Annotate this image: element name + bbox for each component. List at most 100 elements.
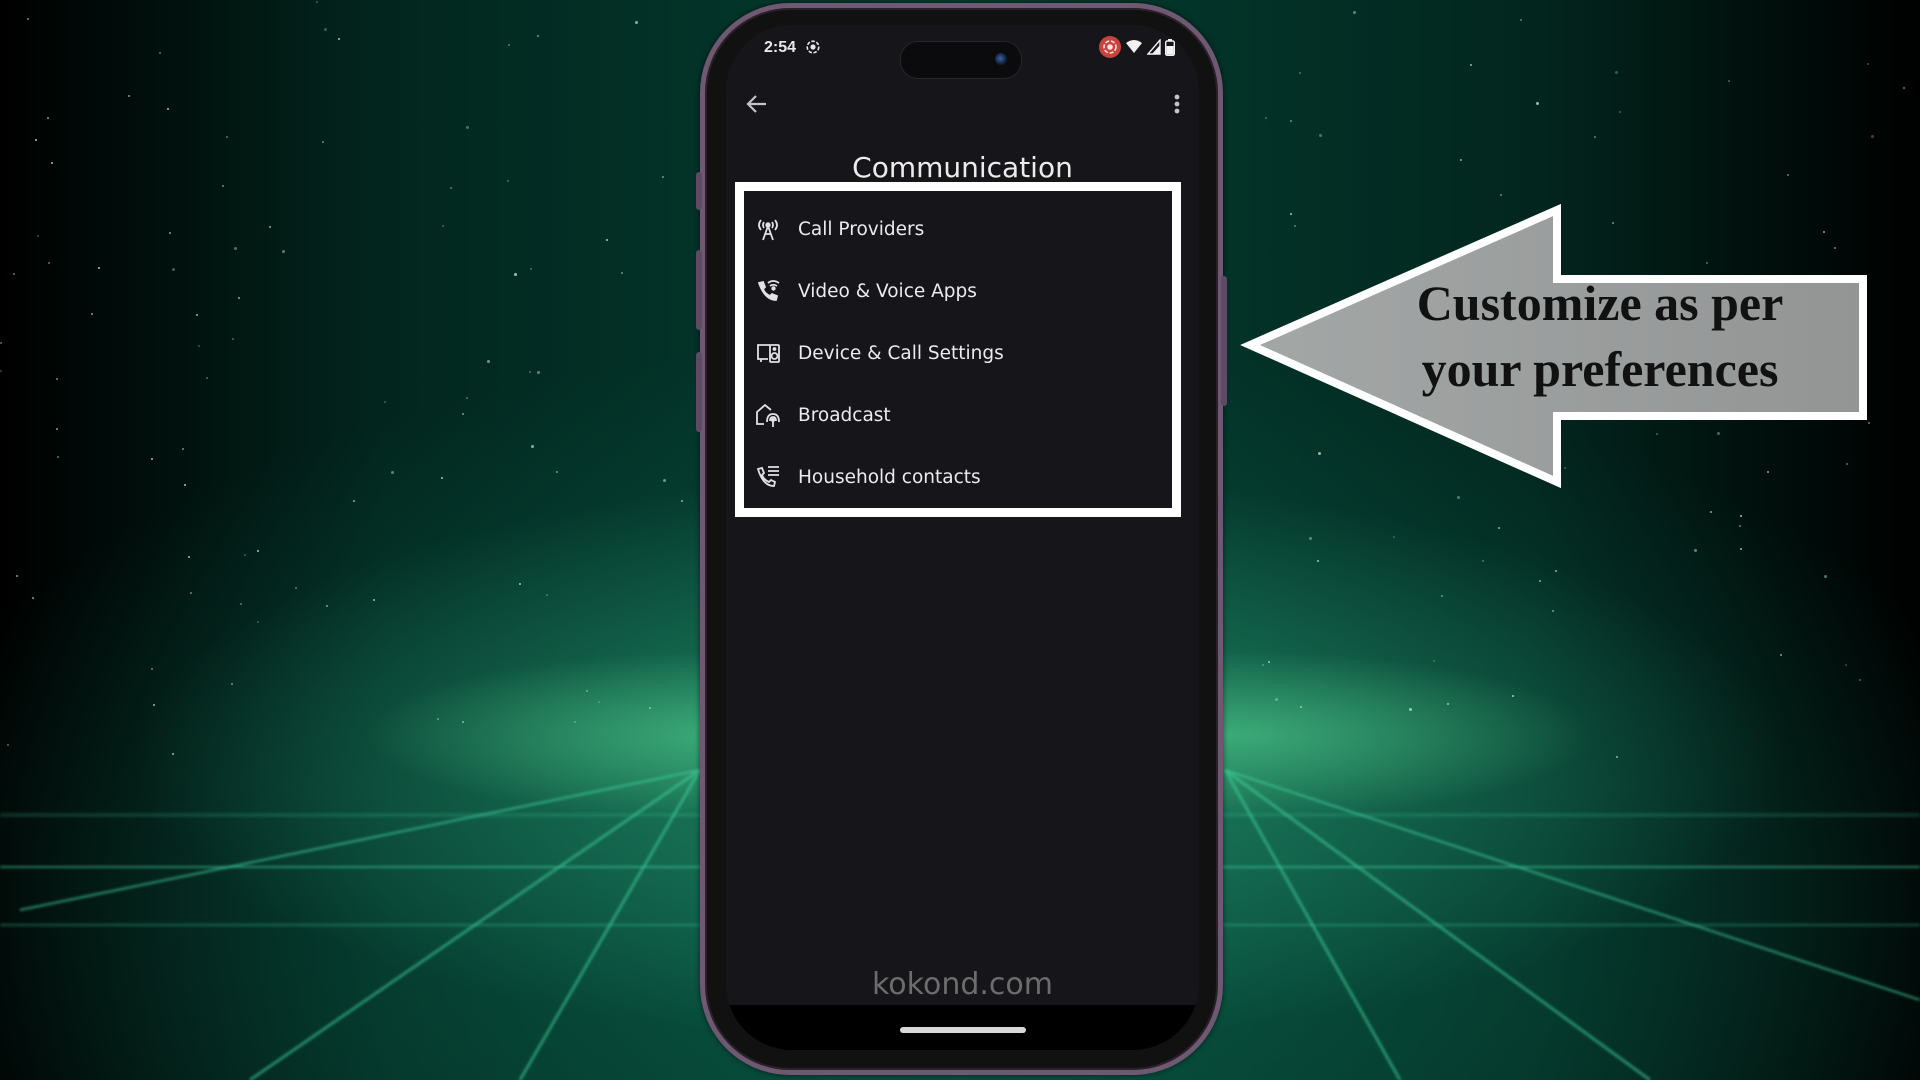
- phone-screen: 2:54 Communication Call Providers Video …: [726, 25, 1199, 1050]
- star: [1352, 11, 1356, 15]
- star: [662, 479, 666, 483]
- star: [1511, 695, 1514, 698]
- page-title: Communication: [852, 151, 1073, 184]
- star: [598, 701, 601, 704]
- star: [184, 484, 187, 487]
- battery-icon: [1165, 38, 1175, 56]
- star: [586, 689, 589, 692]
- star: [1858, 679, 1861, 682]
- star: [13, 273, 16, 276]
- star: [1619, 110, 1621, 113]
- more-options-button[interactable]: [1167, 89, 1187, 119]
- menu-item-household-contacts[interactable]: Household contacts: [726, 448, 1199, 506]
- star: [7, 743, 10, 746]
- watermark: kokond.com: [872, 967, 1053, 1002]
- back-button[interactable]: [742, 89, 772, 119]
- star: [1535, 101, 1539, 105]
- phone-side-button-action: [696, 172, 702, 210]
- menu-item-label: Device & Call Settings: [798, 342, 1004, 364]
- star: [372, 599, 375, 602]
- star: [230, 683, 233, 686]
- star: [169, 231, 172, 234]
- star: [519, 582, 522, 585]
- star: [1308, 537, 1312, 541]
- phone-side-button-volume-up: [696, 250, 702, 330]
- star: [231, 337, 234, 340]
- devices-speaker-icon: [754, 339, 782, 367]
- star: [606, 239, 609, 242]
- star: [556, 470, 559, 473]
- star: [530, 444, 534, 448]
- star: [294, 587, 297, 590]
- star: [486, 360, 490, 364]
- star: [648, 707, 651, 709]
- star: [188, 556, 191, 559]
- star: [450, 187, 453, 190]
- star: [1290, 120, 1293, 123]
- star: [462, 413, 465, 416]
- star: [167, 107, 170, 110]
- star: [353, 499, 356, 502]
- star: [1824, 574, 1828, 578]
- star: [1614, 71, 1618, 75]
- signal-icon: [1147, 39, 1161, 55]
- star: [1740, 547, 1743, 550]
- star: [46, 117, 49, 120]
- star: [506, 179, 509, 182]
- menu-item-broadcast[interactable]: Broadcast: [726, 386, 1199, 444]
- star: [225, 136, 228, 139]
- star: [323, 28, 327, 32]
- star: [1779, 653, 1782, 656]
- star: [465, 126, 469, 130]
- star: [1867, 63, 1870, 66]
- menu-item-device-call-settings[interactable]: Device & Call Settings: [726, 324, 1199, 382]
- star: [465, 396, 468, 399]
- star: [1299, 706, 1302, 709]
- star: [34, 138, 37, 141]
- star: [1871, 135, 1875, 139]
- star: [240, 602, 243, 605]
- star: [181, 448, 184, 451]
- star: [1539, 580, 1542, 583]
- star: [1262, 664, 1265, 667]
- menu-item-video-voice-apps[interactable]: Video & Voice Apps: [726, 262, 1199, 320]
- star: [1740, 515, 1743, 518]
- wifi-calling-icon: [754, 277, 782, 305]
- star: [442, 224, 445, 227]
- star: [1447, 702, 1450, 705]
- star: [1264, 117, 1267, 120]
- star: [27, 17, 30, 20]
- star: [634, 20, 638, 24]
- status-time: 2:54: [764, 39, 797, 56]
- star: [56, 456, 59, 459]
- star: [91, 313, 94, 316]
- star: [36, 235, 39, 238]
- star: [436, 718, 439, 721]
- callout-text: Customize as per your preferences: [1360, 270, 1840, 402]
- dynamic-island: [900, 41, 1022, 79]
- star: [198, 344, 201, 347]
- wifi-icon: [1126, 40, 1142, 53]
- star: [530, 268, 533, 271]
- star: [1433, 660, 1436, 663]
- cell-tower-icon: [754, 215, 782, 243]
- front-camera: [995, 53, 1007, 65]
- star: [32, 597, 35, 600]
- star: [171, 268, 175, 271]
- menu-item-label: Broadcast: [798, 404, 891, 426]
- menu-item-call-providers[interactable]: Call Providers: [726, 200, 1199, 258]
- star: [1319, 134, 1323, 138]
- star: [316, 0, 318, 3]
- star: [159, 51, 162, 54]
- star: [55, 377, 58, 380]
- star: [1710, 510, 1713, 513]
- star: [1408, 708, 1412, 712]
- star: [1470, 63, 1473, 66]
- star: [1786, 173, 1789, 176]
- star: [1497, 526, 1500, 529]
- home-indicator[interactable]: [899, 1027, 1026, 1033]
- star: [536, 371, 540, 375]
- star: [257, 550, 260, 553]
- star: [1274, 698, 1278, 702]
- star: [16, 574, 19, 577]
